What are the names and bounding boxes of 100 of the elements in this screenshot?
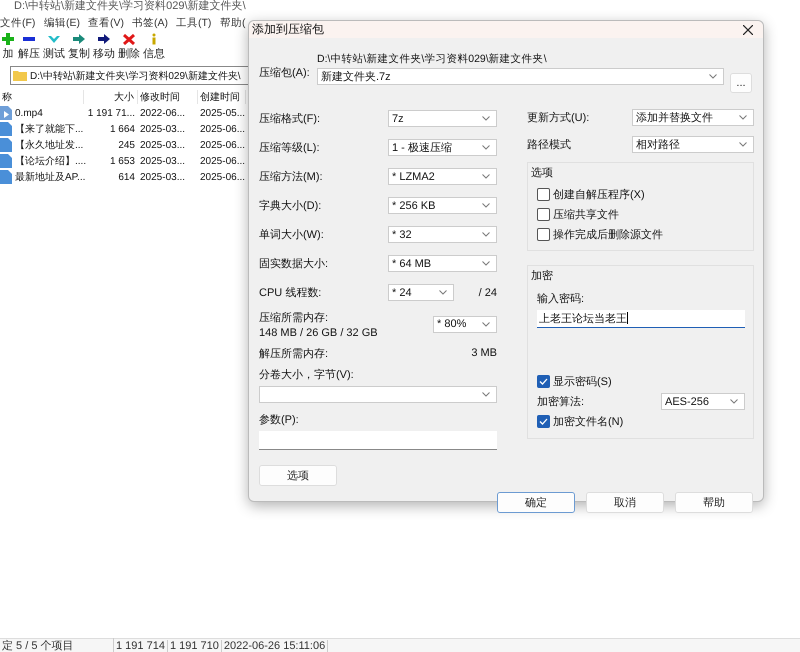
chevron-down-icon <box>482 392 490 397</box>
file-icon <box>0 138 12 152</box>
plus-icon <box>1 33 15 45</box>
checkbox-option[interactable]: 加密文件名(N) <box>537 412 745 432</box>
dropdown[interactable]: 添加并替换文件 <box>632 109 754 126</box>
toolbar-button[interactable]: 加 <box>0 33 16 64</box>
chevron-down-icon <box>482 232 490 237</box>
toolbar-button[interactable]: 移动 <box>92 33 116 64</box>
menu-item[interactable]: 帮助( <box>220 16 246 30</box>
file-name-cell: 0.mp4 <box>0 106 84 120</box>
thread-total: / 24 <box>478 286 497 298</box>
field-label: 分卷大小，字节(V): <box>259 368 355 382</box>
status-text: 定 5 / 5 个项目 <box>0 638 114 652</box>
dropdown[interactable]: 7z <box>388 110 497 127</box>
status-text: 2022-06-26 15:11:06 <box>222 640 328 652</box>
menu-item[interactable]: 编辑(E) <box>44 16 88 30</box>
checkbox[interactable] <box>537 228 550 240</box>
chevron-down-icon <box>739 115 747 120</box>
file-icon <box>0 122 12 136</box>
dropdown[interactable]: * 24 <box>388 284 454 301</box>
dropdown[interactable]: * 80% <box>433 316 497 332</box>
archive-name-combo[interactable]: 新建文件夹.7z <box>317 68 724 85</box>
chevron-down-icon <box>482 174 490 179</box>
field-label: 压缩所需内存: <box>259 310 330 324</box>
dropdown[interactable]: * 32 <box>388 226 497 243</box>
field-label: 压缩等级(L): <box>259 140 320 155</box>
group-title: 加密 <box>531 268 554 283</box>
checkbox-option[interactable]: 操作完成后删除源文件 <box>537 224 745 244</box>
browse-button[interactable]: ... <box>730 73 752 93</box>
date-cell-text: 2025-06... <box>199 156 246 166</box>
dropdown[interactable]: * LZMA2 <box>388 168 497 185</box>
dropdown[interactable]: 相对路径 <box>632 136 754 153</box>
checkbox[interactable] <box>537 208 550 220</box>
chevron-down-icon <box>439 290 447 295</box>
status-text: 1 191 714 <box>114 640 168 652</box>
checkbox-option[interactable]: 压缩共享文件 <box>537 204 745 224</box>
archive-path: D:\中转站\新建文件夹\学习资料029\新建文件夹\ <box>317 52 548 66</box>
dropdown[interactable]: AES-256 <box>661 393 745 410</box>
cross-icon <box>122 33 136 45</box>
toolbar-button[interactable]: 删除 <box>117 33 141 64</box>
checkbox[interactable] <box>537 415 550 428</box>
toolbar-button[interactable]: 测试 <box>42 33 66 64</box>
date-cell-text: 2025-03... <box>139 172 186 182</box>
chevron-down-icon <box>482 203 490 208</box>
chevron-down-icon <box>482 145 490 150</box>
field-label: 压缩方法(M): <box>259 170 323 184</box>
field-label: 解压所需内存: <box>259 346 328 360</box>
dropdown[interactable]: * 64 MB <box>388 255 497 272</box>
file-name-cell: 最新地址及AP... <box>0 170 84 184</box>
chevron-down-icon <box>482 322 490 326</box>
date-cell-text: 2025-03... <box>139 156 186 166</box>
toolbar-button[interactable]: 信息 <box>142 33 166 64</box>
column-header[interactable]: 大小 <box>84 90 138 104</box>
checkbox[interactable] <box>537 188 550 200</box>
field-label: 输入密码: <box>537 292 586 306</box>
file-name-cell: 【论坛介绍】.... <box>0 154 84 168</box>
menu-item[interactable]: 文件(F) <box>0 16 44 30</box>
dialog-button[interactable]: 帮助 <box>675 492 753 513</box>
checkbox-option[interactable]: 创建自解压程序(X) <box>537 184 745 204</box>
size-cell-text: 1 191 71... <box>86 108 136 118</box>
menu-item[interactable]: 书签(A) <box>132 16 176 30</box>
close-icon[interactable] <box>743 24 753 34</box>
arrow-icon <box>72 33 86 45</box>
size-cell-text: 1 664 <box>108 124 136 134</box>
date-cell-text: 2025-05... <box>199 108 246 118</box>
menu-item[interactable]: 工具(T) <box>176 16 220 30</box>
date-cell-text: 2025-06... <box>199 124 246 134</box>
memory-value: 3 MB <box>471 347 497 359</box>
file-icon <box>0 154 12 168</box>
chevron-down-icon <box>482 261 490 266</box>
folder-icon <box>13 70 27 81</box>
options-button[interactable]: 选项 <box>259 465 337 486</box>
file-name-cell: 【来了就能下... <box>0 122 84 136</box>
menu-item[interactable]: 查看(V) <box>88 16 132 30</box>
checkbox[interactable] <box>537 375 550 388</box>
dialog-button[interactable]: 确定 <box>497 492 575 513</box>
checkbox-option[interactable]: 显示密码(S) <box>537 372 745 392</box>
date-cell-text: 2022-06... <box>139 108 186 118</box>
toolbar-button[interactable]: 解压 <box>17 33 41 64</box>
column-header[interactable]: 修改时间 <box>138 90 198 104</box>
dropdown[interactable]: 1 - 极速压缩 <box>388 139 497 156</box>
dropdown[interactable]: * 256 KB <box>388 197 497 214</box>
field-label: 更新方式(U): <box>527 110 590 125</box>
size-cell-text: 1 653 <box>108 156 136 166</box>
dialog-button[interactable]: 取消 <box>586 492 664 513</box>
password-field[interactable]: 上老王论坛当老王 <box>537 310 745 328</box>
chevron-down-icon <box>482 116 490 121</box>
field-label: 单词大小(W): <box>259 228 324 242</box>
parameters-field[interactable] <box>259 431 497 450</box>
dialog-title: 添加到压缩包 <box>252 21 324 38</box>
column-header[interactable]: 创建时间 <box>198 90 246 104</box>
column-header[interactable]: 称 <box>0 90 84 104</box>
toolbar-button[interactable]: 复制 <box>67 33 91 64</box>
window-title: D:\中转站\新建文件夹\学习资料029\新建文件夹\ <box>13 0 247 14</box>
address-field[interactable]: D:\中转站\新建文件夹\学习资料029\新建文件夹\ <box>10 66 249 85</box>
field-label: 加密算法: <box>537 394 584 410</box>
field-label: CPU 线程数: <box>259 286 322 300</box>
group-title: 选项 <box>531 166 554 180</box>
check-icon <box>47 33 61 45</box>
chevron-down-icon <box>739 142 747 147</box>
